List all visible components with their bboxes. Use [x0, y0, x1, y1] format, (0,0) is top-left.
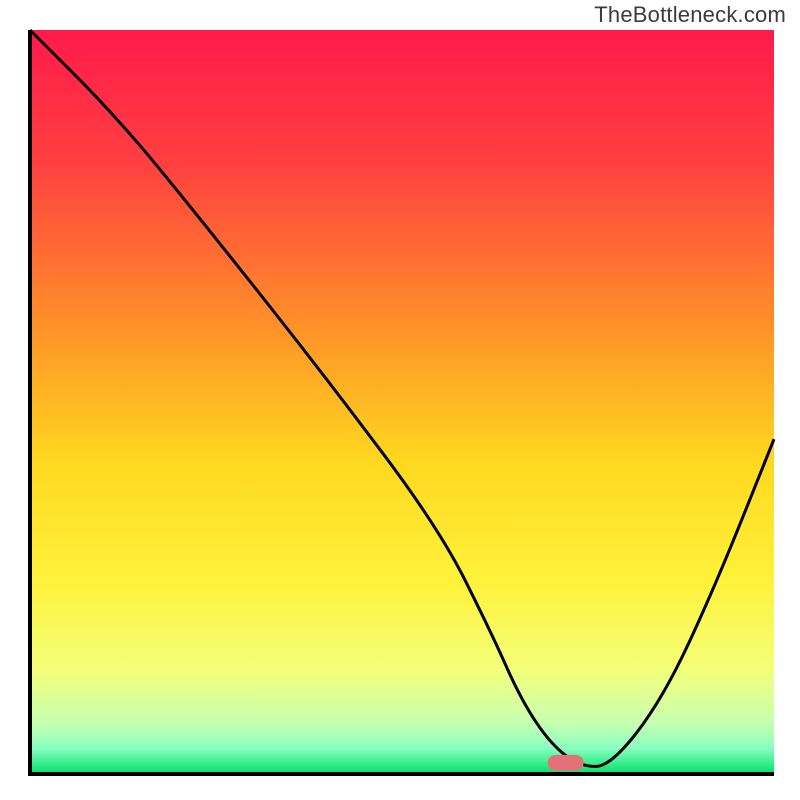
optimal-marker	[548, 755, 584, 771]
bottleneck-chart	[0, 0, 800, 800]
chart-container: TheBottleneck.com	[0, 0, 800, 800]
watermark-text: TheBottleneck.com	[594, 2, 786, 28]
plot-background	[30, 30, 774, 774]
